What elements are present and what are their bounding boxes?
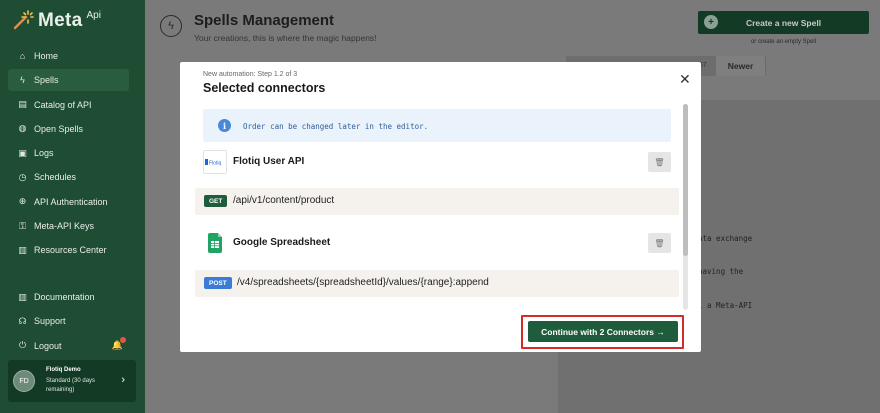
delete-connector-button[interactable]: 🗑 — [648, 233, 671, 253]
svg-text:Flotiq: Flotiq — [209, 161, 221, 167]
method-badge: POST — [204, 277, 232, 289]
sidebar-item-schedules[interactable]: ◷ Schedules — [8, 166, 129, 188]
lock-icon: ⊕ — [18, 196, 27, 207]
selected-connectors-modal: New automation: Step 1.2 of 3 Selected c… — [180, 62, 701, 352]
sidebar-nav: ⌂ Home ϟ Spells ▤ Catalog of API ◍ Open Spells ▣… — [8, 45, 129, 264]
endpoint-row: POST /v4/spreadsheets/{spreadsheetId}/va… — [195, 270, 679, 297]
connector-name: Flotiq User API — [233, 156, 305, 167]
connector-item: Flotiq Flotiq User API 🗑 — [203, 150, 671, 176]
sidebar-item-label: Open Spells — [34, 123, 84, 134]
sidebar-item-label: Spells — [34, 75, 59, 86]
sidebar-item-spells[interactable]: ϟ Spells — [8, 69, 129, 92]
globe-icon: ◍ — [18, 123, 27, 134]
info-banner: i Order can be changed later in the edit… — [203, 109, 671, 142]
sidebar-item-catalog-of-api[interactable]: ▤ Catalog of API — [8, 94, 129, 116]
close-icon[interactable]: ✕ — [679, 71, 691, 88]
sidebar-item-label: Schedules — [34, 172, 77, 183]
notification-dot — [120, 336, 126, 343]
bolt-icon: ϟ — [160, 15, 182, 37]
sidebar-item-label: Home — [34, 51, 59, 61]
google-sheets-icon — [203, 231, 227, 255]
delete-connector-button[interactable]: 🗑 — [648, 152, 671, 172]
book-icon: ▥ — [18, 244, 27, 255]
logo-superscript: Api — [86, 10, 101, 21]
sidebar-item-label: Logs — [34, 148, 54, 159]
logo-icon — [12, 9, 34, 31]
trash-icon: 🗑 — [654, 238, 665, 248]
sidebar-item-label: Documentation — [34, 292, 95, 302]
power-icon: ⏻ — [18, 340, 27, 351]
chevron-right-icon: › — [121, 374, 125, 386]
trash-icon: 🗑 — [654, 157, 665, 167]
sidebar-item-api-authentication[interactable]: ⊕ API Authentication — [8, 191, 129, 213]
flotiq-logo-icon: Flotiq — [203, 150, 227, 174]
catalog-icon: ▤ — [18, 99, 27, 110]
scrollbar-thumb[interactable] — [683, 104, 688, 256]
sidebar-item-label: Catalog of API — [34, 99, 92, 110]
user-name: Flotiq Demo — [46, 367, 81, 373]
user-plan: Standard (30 days remaining) — [46, 378, 96, 393]
headset-icon: ☊ — [18, 315, 27, 326]
method-badge: GET — [204, 195, 228, 207]
home-icon: ⌂ — [19, 51, 26, 61]
logo[interactable]: Meta Api — [12, 9, 101, 33]
connector-name: Google Spreadsheet — [233, 237, 331, 248]
code-line: ata exchange — [698, 234, 753, 243]
sidebar-item-logs[interactable]: ▣ Logs — [8, 142, 129, 164]
sort-newer-button[interactable]: Newer — [716, 56, 765, 76]
create-spell-button[interactable]: + Create a new Spell — [698, 11, 869, 34]
highlight-outline — [521, 315, 684, 349]
endpoint-path: /api/v1/content/product — [233, 195, 335, 206]
sidebar-item-label: Logout — [34, 340, 62, 351]
page-title: Spells Management — [194, 12, 335, 29]
sidebar-bottom-nav: ▥ Documentation ☊ Support ⏻ Logout 🔔 — [8, 286, 129, 359]
plus-icon: + — [704, 15, 718, 29]
sidebar-item-documentation[interactable]: ▥ Documentation — [8, 286, 129, 308]
sidebar-item-resources-center[interactable]: ▥ Resources Center — [8, 239, 129, 261]
sidebar-item-label: Meta-API Keys — [34, 221, 95, 232]
info-text: Order can be changed later in the editor… — [243, 122, 429, 131]
sidebar-item-meta-api-keys[interactable]: ⚿ Meta-API Keys — [8, 215, 129, 237]
endpoint-path: /v4/spreadsheets/{spreadsheetId}/values/… — [237, 277, 489, 288]
sidebar-item-open-spells[interactable]: ◍ Open Spells — [8, 118, 129, 140]
clock-icon: ◷ — [18, 171, 27, 182]
code-line: having the — [698, 267, 744, 276]
info-icon: i — [218, 119, 231, 132]
logs-icon: ▣ — [18, 147, 27, 158]
page-subtitle: Your creations, this is where the magic … — [194, 33, 377, 43]
create-empty-spell-link[interactable]: or create an empty Spell — [698, 39, 869, 45]
logo-text: Meta — [38, 10, 83, 31]
connector-item: Google Spreadsheet 🗑 — [203, 231, 671, 257]
create-spell-label: Create a new Spell — [745, 17, 822, 28]
endpoint-row: GET /api/v1/content/product — [195, 188, 679, 215]
notification-bell-icon[interactable]: 🔔 — [112, 336, 126, 351]
sidebar-item-home[interactable]: ⌂ Home — [8, 45, 129, 67]
sidebar-item-support[interactable]: ☊ Support — [8, 310, 129, 332]
avatar: FD — [13, 370, 35, 392]
code-line: l a Meta-API — [698, 301, 753, 310]
bolt-icon: ϟ — [20, 75, 25, 86]
modal-title: Selected connectors — [203, 81, 326, 95]
key-icon: ⚿ — [19, 220, 26, 231]
step-indicator: New automation: Step 1.2 of 3 — [203, 71, 298, 78]
sidebar-item-logout[interactable]: ⏻ Logout 🔔 — [8, 335, 129, 357]
user-card[interactable]: FD Flotiq Demo Standard (30 days remaini… — [8, 360, 136, 402]
sidebar-item-label: API Authentication — [34, 196, 108, 207]
docs-icon: ▥ — [18, 291, 27, 302]
sidebar: Meta Api ⌂ Home ϟ Spells ▤ Catalog of API ◍ Ope… — [0, 0, 145, 413]
sidebar-item-label: Support — [34, 316, 66, 327]
sidebar-item-label: Resources Center — [34, 245, 107, 256]
